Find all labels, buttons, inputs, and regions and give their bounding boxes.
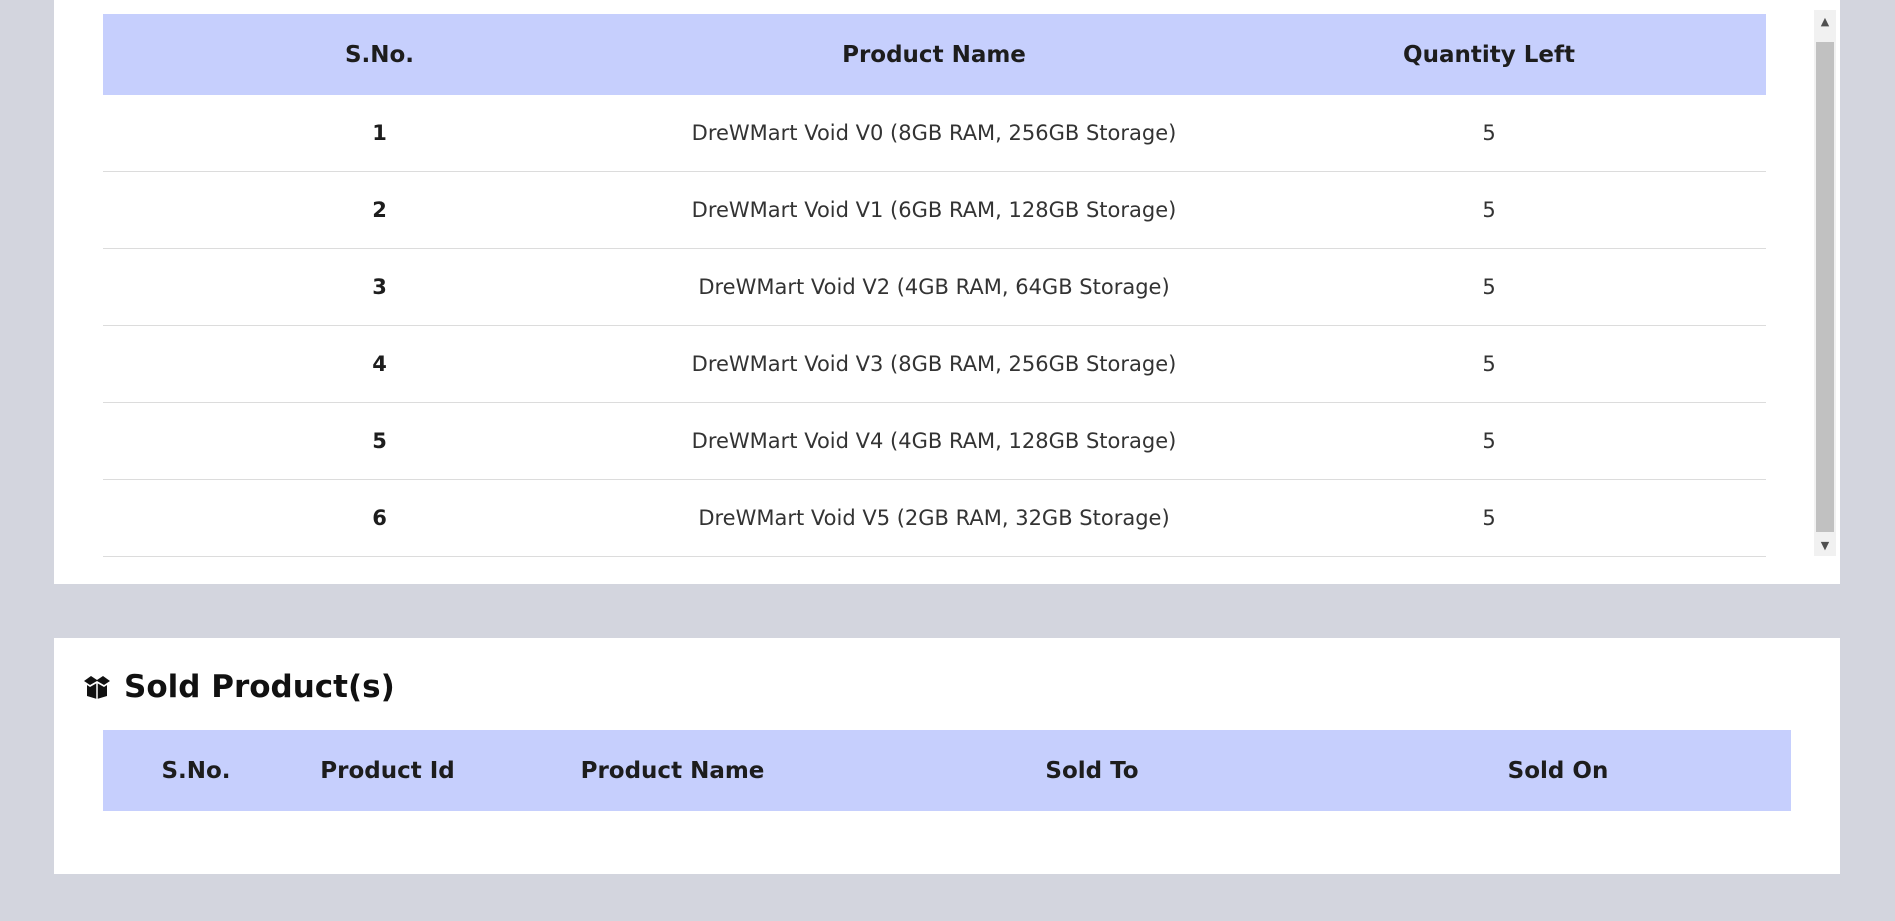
stock-table-container: S.No. Product Name Quantity Left 1 DreWM… — [103, 14, 1766, 557]
table-row: 1 DreWMart Void V0 (8GB RAM, 256GB Stora… — [103, 95, 1766, 172]
cell-product-name: DreWMart Void V1 (6GB RAM, 128GB Storage… — [656, 171, 1212, 249]
cell-product-name: DreWMart Void V2 (4GB RAM, 64GB Storage) — [656, 248, 1212, 326]
sold-products-table: S.No. Product Id Product Name Sold To So… — [103, 730, 1791, 811]
cell-sno: 1 — [103, 95, 656, 172]
stock-table: S.No. Product Name Quantity Left 1 DreWM… — [103, 14, 1766, 557]
stock-table-body: 1 DreWMart Void V0 (8GB RAM, 256GB Stora… — [103, 95, 1766, 557]
scrollbar-thumb[interactable] — [1816, 42, 1834, 532]
cell-product-name: DreWMart Void V5 (2GB RAM, 32GB Storage) — [656, 479, 1212, 557]
table-row: 4 DreWMart Void V3 (8GB RAM, 256GB Stora… — [103, 325, 1766, 403]
cell-quantity-left: 5 — [1212, 325, 1766, 403]
table-row: 3 DreWMart Void V2 (4GB RAM, 64GB Storag… — [103, 248, 1766, 326]
cell-sno: 4 — [103, 325, 656, 403]
cell-product-name: DreWMart Void V3 (8GB RAM, 256GB Storage… — [656, 325, 1212, 403]
column-header-quantity-left: Quantity Left — [1212, 14, 1766, 95]
cell-product-name: DreWMart Void V0 (8GB RAM, 256GB Storage… — [656, 95, 1212, 172]
cell-quantity-left: 5 — [1212, 248, 1766, 326]
table-row: 2 DreWMart Void V1 (6GB RAM, 128GB Stora… — [103, 171, 1766, 249]
section-title: Sold Product(s) — [124, 669, 395, 705]
column-header-sno: S.No. — [103, 730, 289, 811]
cell-sno: 6 — [103, 479, 656, 557]
stock-table-scrollbar[interactable]: ▲ ▼ — [1814, 10, 1836, 556]
cell-quantity-left: 5 — [1212, 95, 1766, 172]
column-header-product-id: Product Id — [289, 730, 486, 811]
scroll-up-arrow-icon[interactable]: ▲ — [1814, 10, 1836, 32]
cell-product-name: DreWMart Void V4 (4GB RAM, 128GB Storage… — [656, 402, 1212, 480]
table-row: 5 DreWMart Void V4 (4GB RAM, 128GB Stora… — [103, 402, 1766, 480]
table-row: 6 DreWMart Void V5 (2GB RAM, 32GB Storag… — [103, 479, 1766, 557]
stock-panel: S.No. Product Name Quantity Left 1 DreWM… — [54, 0, 1840, 584]
box-open-icon — [82, 674, 112, 700]
sold-table-header: S.No. Product Id Product Name Sold To So… — [103, 730, 1791, 811]
column-header-sno: S.No. — [103, 14, 656, 95]
cell-sno: 5 — [103, 402, 656, 480]
cell-quantity-left: 5 — [1212, 402, 1766, 480]
column-header-product-name: Product Name — [656, 14, 1212, 95]
sold-products-heading: Sold Product(s) — [82, 669, 395, 705]
sold-table-container: S.No. Product Id Product Name Sold To So… — [103, 730, 1791, 811]
column-header-product-name: Product Name — [486, 730, 859, 811]
column-header-sold-to: Sold To — [859, 730, 1325, 811]
cell-sno: 3 — [103, 248, 656, 326]
cell-quantity-left: 5 — [1212, 171, 1766, 249]
scroll-down-arrow-icon[interactable]: ▼ — [1814, 534, 1836, 556]
column-header-sold-on: Sold On — [1325, 730, 1791, 811]
cell-sno: 2 — [103, 171, 656, 249]
cell-quantity-left: 5 — [1212, 479, 1766, 557]
stock-table-header: S.No. Product Name Quantity Left — [103, 14, 1766, 95]
sold-products-panel: Sold Product(s) S.No. Product Id Product… — [54, 638, 1840, 874]
